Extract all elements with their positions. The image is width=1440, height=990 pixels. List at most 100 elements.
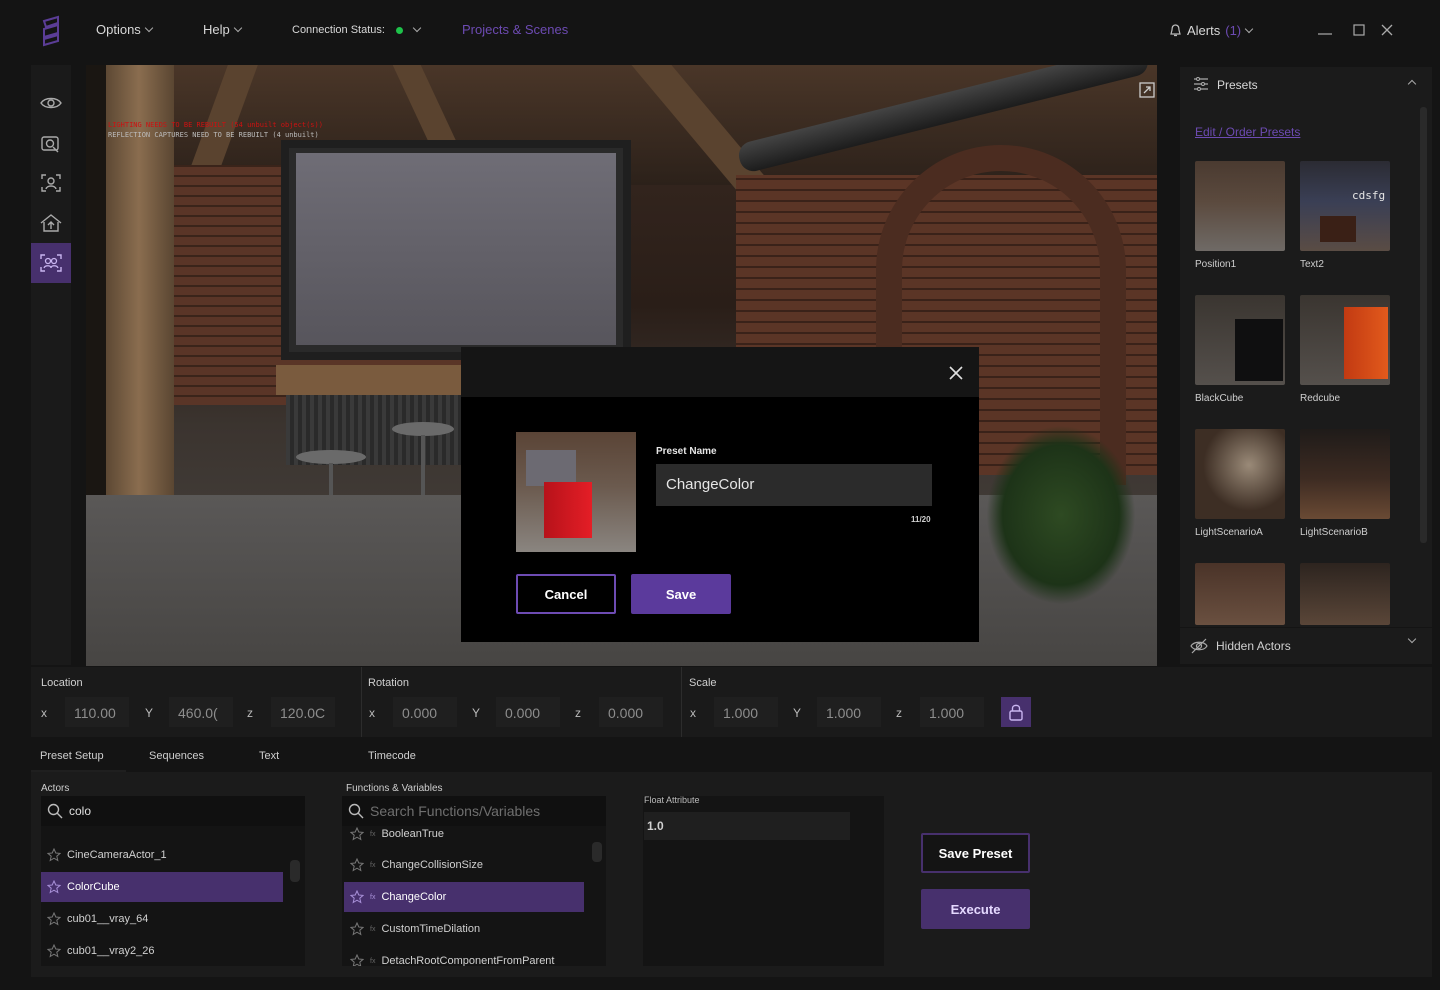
- minimize-icon[interactable]: [1315, 20, 1335, 40]
- chevron-down-icon: [144, 23, 154, 32]
- save-preset-button[interactable]: Save Preset: [921, 833, 1030, 873]
- home-upload-icon: [40, 214, 62, 232]
- cancel-button[interactable]: Cancel: [516, 574, 616, 614]
- options-menu[interactable]: Options: [96, 22, 154, 37]
- lighting-warning: LIGHTING NEEDS TO BE REBUILT (54 unbuilt…: [108, 121, 323, 129]
- location-z-input[interactable]: 120.0C: [271, 697, 335, 727]
- chevron-down-icon: [1407, 634, 1417, 644]
- preset-thumb-redcube[interactable]: [1300, 295, 1390, 385]
- save-button[interactable]: Save: [631, 574, 731, 614]
- hidden-actors-bar[interactable]: Hidden Actors: [1180, 628, 1432, 664]
- list-item[interactable]: fx ChangeCollisionSize: [344, 850, 584, 880]
- list-item-selected[interactable]: ColorCube: [41, 872, 283, 902]
- tab-text[interactable]: Text: [259, 750, 279, 762]
- expand-viewport-icon[interactable]: [1138, 81, 1156, 99]
- options-menu-label: Options: [96, 22, 141, 37]
- functions-label: Functions & Variables: [346, 783, 443, 794]
- presets-panel: Presets Edit / Order Presets Position1 c…: [1180, 67, 1432, 627]
- preset-thumb-partial[interactable]: [1195, 563, 1285, 625]
- rotation-y-input[interactable]: 0.000: [496, 697, 560, 727]
- axis-z-label: z: [575, 706, 581, 720]
- function-icon: fx: [370, 893, 376, 901]
- app-logo-icon: [42, 15, 59, 47]
- connection-status[interactable]: Connection Status:: [292, 23, 422, 36]
- list-item-label: BooleanTrue: [381, 828, 445, 840]
- group-tool-button[interactable]: [31, 243, 71, 283]
- scale-lock-button[interactable]: [1001, 697, 1031, 727]
- preset-thumb-lightscenarioa[interactable]: [1195, 429, 1285, 519]
- edit-order-presets-link[interactable]: Edit / Order Presets: [1195, 125, 1300, 139]
- star-icon[interactable]: [47, 848, 61, 862]
- preset-preview-image: [516, 432, 636, 552]
- view-tool-button[interactable]: [31, 83, 71, 123]
- scale-y-input[interactable]: 1.000: [817, 697, 881, 727]
- maximize-icon[interactable]: [1349, 20, 1369, 40]
- tab-sequences[interactable]: Sequences: [149, 750, 204, 762]
- close-icon[interactable]: [946, 363, 966, 383]
- float-attribute-input[interactable]: 1.0: [644, 812, 850, 840]
- alerts-label: Alerts: [1187, 23, 1221, 38]
- preset-name-input[interactable]: ChangeColor: [656, 464, 932, 506]
- function-icon: fx: [370, 861, 376, 869]
- location-x-input[interactable]: 110.00: [65, 697, 129, 727]
- close-window-icon[interactable]: [1377, 20, 1397, 40]
- actors-scrollbar[interactable]: [290, 860, 300, 882]
- actors-search-input[interactable]: colo: [41, 796, 305, 826]
- preset-thumb-lightscenariob[interactable]: [1300, 429, 1390, 519]
- scale-x-input[interactable]: 1.000: [714, 697, 778, 727]
- person-frame-icon: [41, 174, 61, 192]
- chevron-down-icon: [1244, 24, 1254, 33]
- preset-thumb-partial[interactable]: [1300, 563, 1390, 625]
- star-icon[interactable]: [350, 890, 364, 904]
- search-icon: [47, 803, 63, 819]
- list-item[interactable]: fx BooleanTrue: [344, 824, 584, 844]
- presets-scrollbar[interactable]: [1420, 107, 1427, 543]
- star-icon[interactable]: [47, 944, 61, 958]
- star-icon[interactable]: [350, 858, 364, 872]
- list-item-selected[interactable]: fx ChangeColor: [344, 882, 584, 912]
- star-icon[interactable]: [47, 912, 61, 926]
- function-icon: fx: [370, 957, 376, 965]
- cube-shape: [1235, 319, 1283, 381]
- actors-search-value: colo: [69, 804, 92, 818]
- camera-search-tool-button[interactable]: [31, 123, 71, 163]
- tab-timecode[interactable]: Timecode: [368, 750, 416, 762]
- star-icon[interactable]: [350, 922, 364, 936]
- projection-screen: [296, 153, 616, 345]
- bell-icon: [1170, 23, 1181, 36]
- rotation-z-input[interactable]: 0.000: [599, 697, 663, 727]
- presets-title: Presets: [1217, 78, 1258, 92]
- location-y-input[interactable]: 460.0(: [169, 697, 233, 727]
- preset-thumb-position1[interactable]: [1195, 161, 1285, 251]
- plant: [986, 425, 1136, 605]
- list-item[interactable]: fx CustomTimeDilation: [344, 914, 584, 944]
- projects-scenes-link[interactable]: Projects & Scenes: [462, 22, 568, 37]
- chevron-up-icon[interactable]: [1407, 79, 1417, 89]
- execute-button[interactable]: Execute: [921, 889, 1030, 929]
- alerts-menu[interactable]: Alerts (1): [1169, 23, 1254, 38]
- preset-thumb-blackcube[interactable]: [1195, 295, 1285, 385]
- list-item[interactable]: fx DetachRootComponentFromParent: [344, 946, 584, 966]
- list-item[interactable]: cub01__vray_64: [41, 904, 283, 934]
- alerts-count-badge: (1): [1225, 23, 1242, 38]
- functions-scrollbar[interactable]: [592, 842, 602, 862]
- functions-search-input[interactable]: Search Functions/Variables: [342, 796, 606, 826]
- help-menu[interactable]: Help: [203, 22, 242, 37]
- actors-label: Actors: [41, 783, 70, 794]
- preset-thumb-text2[interactable]: cdsfg: [1300, 161, 1390, 251]
- rotation-x-input[interactable]: 0.000: [393, 697, 457, 727]
- scale-z-input[interactable]: 1.000: [920, 697, 984, 727]
- list-item[interactable]: cub01__vray2_26: [41, 936, 283, 966]
- scale-label: Scale: [689, 677, 717, 689]
- tab-preset-setup[interactable]: Preset Setup: [40, 750, 104, 762]
- star-icon[interactable]: [350, 954, 364, 966]
- actor-focus-tool-button[interactable]: [31, 163, 71, 203]
- axis-y-label: Y: [145, 706, 154, 720]
- axis-y-label: Y: [793, 706, 802, 720]
- home-tool-button[interactable]: [31, 203, 71, 243]
- list-item[interactable]: CineCameraActor_1: [41, 840, 283, 870]
- star-icon[interactable]: [350, 827, 364, 841]
- list-item-label: CustomTimeDilation: [381, 923, 481, 935]
- star-icon[interactable]: [47, 880, 61, 894]
- axis-x-label: x: [690, 706, 696, 720]
